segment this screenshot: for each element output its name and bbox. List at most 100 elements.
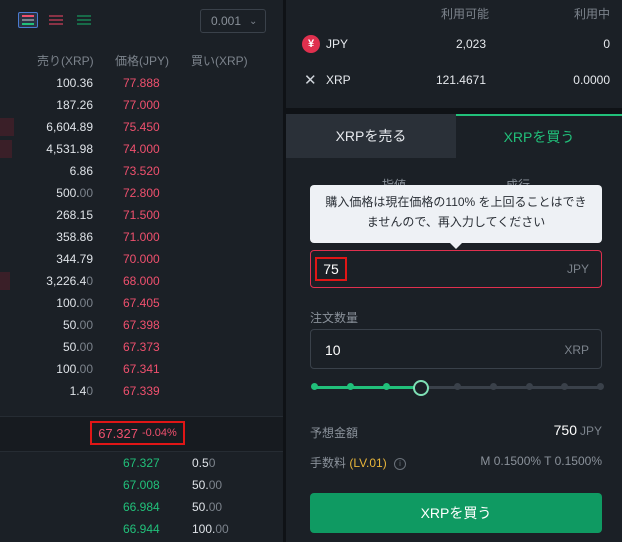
slider-step[interactable] — [489, 383, 497, 390]
error-tooltip: 購入価格は現在価格の110% を上回ることはできませんので、再入力してください — [310, 185, 602, 249]
ask-row[interactable]: 3,226.40 68.000 — [0, 270, 283, 292]
bid-amount: 50.00 — [192, 500, 223, 514]
fee-level: (LV.01) — [349, 456, 387, 470]
estimate-unit: JPY — [579, 424, 602, 438]
header-in-use: 利用中 — [573, 7, 610, 21]
trade-panel: 利用可能 利用中 ¥ JPY 2,023 0 ✕ XRP 121.4671 0.… — [286, 0, 622, 542]
quantity-input[interactable]: 10 XRP — [310, 329, 602, 369]
ask-price: 77.888 — [123, 76, 160, 90]
depth-bar — [0, 118, 14, 136]
bid-amount: 100.00 — [192, 522, 229, 536]
ask-row[interactable]: 50.00 67.373 — [0, 336, 283, 358]
ask-amount: 187.26 — [56, 98, 93, 112]
ask-row[interactable]: 500.00 72.800 — [0, 182, 283, 204]
slider-step[interactable] — [311, 383, 318, 390]
qty-label: 注文数量 — [310, 311, 359, 325]
ask-amount: 358.86 — [56, 230, 93, 244]
estimate-amount: 750 JPY — [554, 422, 602, 438]
bid-row[interactable]: 66.944 100.00 — [0, 518, 283, 540]
bid-price: 66.944 — [123, 522, 160, 536]
quantity-slider[interactable] — [311, 380, 604, 396]
bid-row[interactable]: 66.984 50.00 — [0, 496, 283, 518]
ask-row[interactable]: 1.40 67.339 — [0, 380, 283, 402]
price-input[interactable]: 75 JPY — [310, 250, 602, 288]
balance-in-use: 0.0000 — [573, 73, 610, 87]
ask-amount: 500.00 — [56, 186, 93, 200]
ask-amount: 3,226.40 — [46, 274, 93, 288]
xrp-icon: ✕ — [304, 72, 317, 89]
ask-price: 75.450 — [123, 120, 160, 134]
balance-name: XRP — [326, 73, 351, 87]
ask-price: 77.000 — [123, 98, 160, 112]
view-both-button[interactable] — [18, 12, 38, 28]
ask-price: 67.341 — [123, 362, 160, 376]
slider-step[interactable] — [454, 383, 461, 390]
ask-price: 67.398 — [123, 318, 160, 332]
chevron-down-icon: ⌄ — [249, 15, 258, 27]
slider-handle[interactable] — [412, 380, 429, 396]
ask-amount: 50.00 — [62, 318, 93, 332]
balance-in-use: 0 — [603, 37, 610, 51]
header-buy: 買い(XRP) — [191, 54, 248, 68]
ask-price: 67.373 — [123, 340, 160, 354]
fee-label-row: 手数料 (LV.01) i — [310, 454, 407, 471]
ask-row[interactable]: 344.79 70.000 — [0, 248, 283, 270]
ask-amount: 6.86 — [69, 164, 93, 178]
buy-button[interactable]: XRPを買う — [310, 493, 602, 533]
balance-row-jpy: ¥ JPY 2,023 0 — [286, 30, 622, 60]
ask-price: 70.000 — [123, 252, 160, 266]
precision-value: 0.001 — [211, 14, 242, 28]
bid-price: 66.984 — [123, 500, 160, 514]
balance-name: JPY — [326, 37, 349, 51]
info-icon[interactable]: i — [394, 457, 407, 470]
ask-price: 74.000 — [123, 142, 160, 156]
price-change: -0.04% — [141, 427, 177, 439]
ask-row[interactable]: 50.00 67.398 — [0, 314, 283, 336]
estimate-label: 予想金額 — [310, 426, 359, 440]
view-bids-button[interactable] — [74, 12, 94, 28]
price-value: 75 — [323, 261, 339, 277]
ask-row[interactable]: 6,604.89 75.450 — [0, 116, 283, 138]
view-asks-button[interactable] — [46, 12, 66, 28]
ask-row[interactable]: 187.26 77.000 — [0, 94, 283, 116]
ask-price: 67.339 — [123, 384, 160, 398]
ask-row[interactable]: 100.00 67.405 — [0, 292, 283, 314]
yen-icon: ¥ — [302, 35, 320, 53]
last-price-highlight: 67.327 -0.04% — [90, 421, 185, 445]
bid-price: 67.327 — [123, 456, 160, 470]
ask-row[interactable]: 358.86 71.000 — [0, 226, 283, 248]
ask-price: 67.405 — [123, 296, 160, 310]
ask-amount: 100.36 — [56, 76, 93, 90]
slider-step[interactable] — [382, 383, 390, 390]
ask-price: 71.000 — [123, 230, 160, 244]
slider-step[interactable] — [525, 383, 533, 390]
bid-amount: 0.50 — [192, 456, 216, 470]
ask-row[interactable]: 4,531.98 74.000 — [0, 138, 283, 160]
ask-price: 68.000 — [123, 274, 160, 288]
bid-row[interactable]: 67.327 0.50 — [0, 452, 283, 474]
depth-bar — [0, 140, 12, 158]
precision-select[interactable]: 0.001 ⌄ — [200, 9, 266, 33]
estimate-value: 750 — [553, 422, 577, 438]
ask-row[interactable]: 268.15 71.500 — [0, 204, 283, 226]
slider-step[interactable] — [597, 383, 604, 390]
bid-row[interactable]: 67.008 50.00 — [0, 474, 283, 496]
quantity-unit: XRP — [564, 343, 589, 357]
trade-tabs: XRPを売る XRPを買う — [286, 114, 622, 158]
view-toggle — [18, 12, 94, 28]
ask-price: 73.520 — [123, 164, 160, 178]
slider-step[interactable] — [346, 383, 354, 390]
ask-row[interactable]: 100.36 77.888 — [0, 72, 283, 94]
tab-buy[interactable]: XRPを買う — [456, 114, 622, 158]
ask-row[interactable]: 100.00 67.341 — [0, 358, 283, 380]
header-available: 利用可能 — [440, 7, 489, 21]
ask-row[interactable]: 6.86 73.520 — [0, 160, 283, 182]
tab-sell[interactable]: XRPを売る — [286, 114, 456, 158]
header-sell: 売り(XRP) — [37, 54, 94, 68]
ask-price: 72.800 — [123, 186, 160, 200]
balance-available: 2,023 — [455, 37, 486, 51]
tooltip-arrow — [450, 243, 462, 249]
ask-amount: 100.00 — [56, 362, 93, 376]
ask-amount: 100.00 — [56, 296, 93, 310]
price-unit: JPY — [566, 262, 589, 276]
